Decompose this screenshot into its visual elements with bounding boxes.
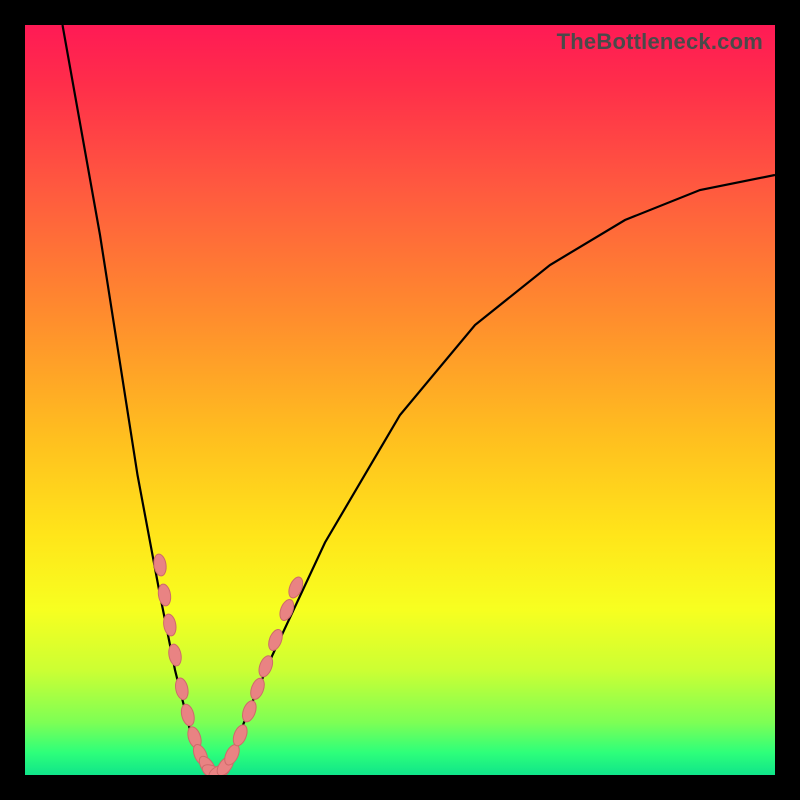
plot-frame: TheBottleneck.com [25, 25, 775, 775]
marker-bead [167, 643, 183, 667]
marker-bead [179, 703, 196, 727]
marker-bead [174, 677, 190, 701]
marker-bead [231, 723, 250, 748]
marker-bead [152, 553, 167, 577]
chart-stage: TheBottleneck.com [0, 0, 800, 800]
marker-bead [240, 699, 259, 724]
marker-bead [277, 598, 296, 623]
marker-bead [162, 613, 178, 637]
curve-layer [25, 25, 775, 775]
marker-group [152, 553, 305, 775]
marker-bead [286, 575, 305, 600]
marker-bead [157, 583, 172, 607]
bottleneck-curve [63, 25, 776, 775]
marker-bead [266, 628, 285, 653]
marker-bead [248, 676, 267, 701]
